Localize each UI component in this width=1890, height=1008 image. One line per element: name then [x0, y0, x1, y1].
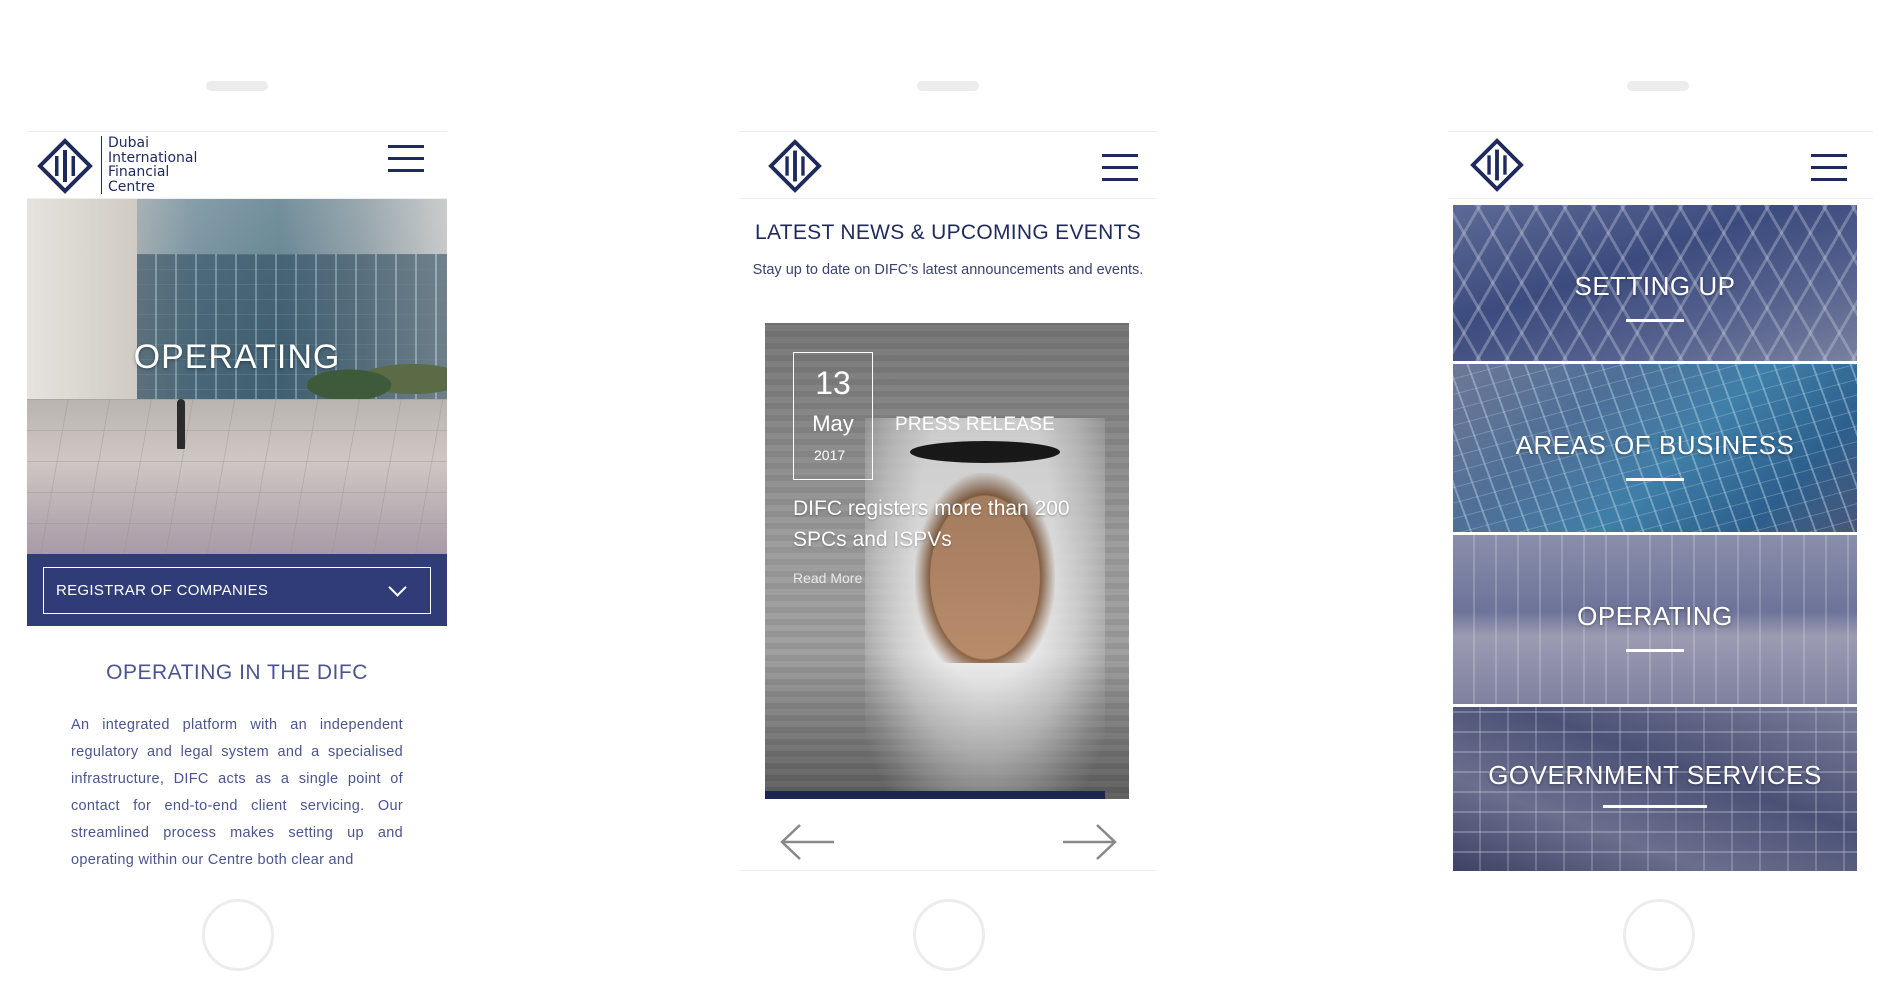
logo-line: International — [108, 149, 198, 166]
logo-line: Dubai — [108, 135, 150, 151]
news-subheading: Stay up to date on DIFC’s latest announc… — [752, 262, 1144, 278]
phone-mockup-3: SETTING UP AREAS OF BUSINESS OPERATING G… — [1443, 0, 1873, 1008]
tile-underline — [1626, 649, 1684, 652]
section-heading: OPERATING IN THE DIFC — [106, 661, 368, 684]
hamburger-menu-icon[interactable] — [1811, 154, 1847, 182]
read-more-link[interactable]: Read More — [793, 570, 862, 586]
date-badge: 13 May 2017 — [793, 352, 873, 480]
dropdown-band: REGISTRAR OF COMPANIES — [27, 554, 447, 626]
arrow-right-icon[interactable] — [1061, 822, 1119, 862]
hamburger-menu-icon[interactable] — [388, 145, 424, 173]
hero-title: OPERATING — [133, 338, 341, 376]
navbar: Dubai International Financial Centre — [27, 131, 447, 199]
difc-logo-icon[interactable] — [1470, 138, 1524, 192]
screen-menu-tiles: SETTING UP AREAS OF BUSINESS OPERATING G… — [1448, 131, 1873, 871]
tile-areas-of-business[interactable]: AREAS OF BUSINESS — [1453, 364, 1857, 532]
news-title[interactable]: DIFC registers more than 200 SPCs and IS… — [793, 493, 1093, 555]
screen-news: LATEST NEWS & UPCOMING EVENTS Stay up to… — [738, 131, 1158, 871]
difc-logo-icon[interactable] — [768, 139, 822, 193]
hero-image: OPERATING — [27, 199, 447, 554]
tile-underline — [1626, 478, 1684, 481]
tile-label: AREAS OF BUSINESS — [1515, 430, 1795, 460]
news-heading: LATEST NEWS & UPCOMING EVENTS — [755, 221, 1141, 244]
phone-home-button — [913, 899, 985, 971]
section-body-text: An integrated platform with an independe… — [71, 717, 403, 868]
logo-wordmark: Dubai International Financial Centre — [101, 136, 197, 194]
chevron-down-icon — [388, 578, 407, 597]
difc-logo-icon[interactable] — [37, 138, 93, 194]
phone-speaker — [206, 81, 268, 91]
hamburger-menu-icon[interactable] — [1102, 154, 1138, 182]
tile-government-services[interactable]: GOVERNMENT SERVICES — [1453, 707, 1857, 871]
tile-operating[interactable]: OPERATING — [1453, 535, 1857, 704]
dropdown-label: REGISTRAR OF COMPANIES — [56, 582, 269, 599]
screen-operating: Dubai International Financial Centre OPE… — [27, 131, 447, 871]
phone-home-button — [1623, 899, 1695, 971]
news-category: PRESS RELEASE — [895, 414, 1055, 435]
tile-underline — [1626, 319, 1684, 322]
phone-mockup-2: LATEST NEWS & UPCOMING EVENTS Stay up to… — [733, 0, 1163, 1008]
registrar-dropdown[interactable]: REGISTRAR OF COMPANIES — [43, 567, 431, 614]
date-month: May — [812, 411, 854, 436]
tile-setting-up[interactable]: SETTING UP — [1453, 205, 1857, 361]
arrow-left-icon[interactable] — [778, 822, 836, 862]
logo-line: Centre — [108, 178, 155, 195]
phone-speaker — [1627, 81, 1689, 91]
tile-underline — [1603, 805, 1707, 808]
date-year: 2017 — [814, 447, 846, 463]
tile-label: GOVERNMENT SERVICES — [1488, 760, 1822, 790]
card-progress-bar — [765, 791, 1105, 799]
screen-bottom-divider — [738, 870, 1158, 871]
navbar — [738, 131, 1158, 199]
phone-mockup-1: Dubai International Financial Centre OPE… — [22, 0, 452, 1008]
news-card[interactable]: 13 May 2017 PRESS RELEASE DIFC registers… — [765, 323, 1129, 799]
phone-speaker — [917, 81, 979, 91]
tile-label: OPERATING — [1577, 601, 1733, 631]
date-day: 13 — [815, 365, 851, 401]
phone-home-button — [202, 899, 274, 971]
logo-line: Financial — [108, 164, 170, 180]
tile-label: SETTING UP — [1574, 271, 1736, 301]
navbar — [1448, 131, 1873, 199]
